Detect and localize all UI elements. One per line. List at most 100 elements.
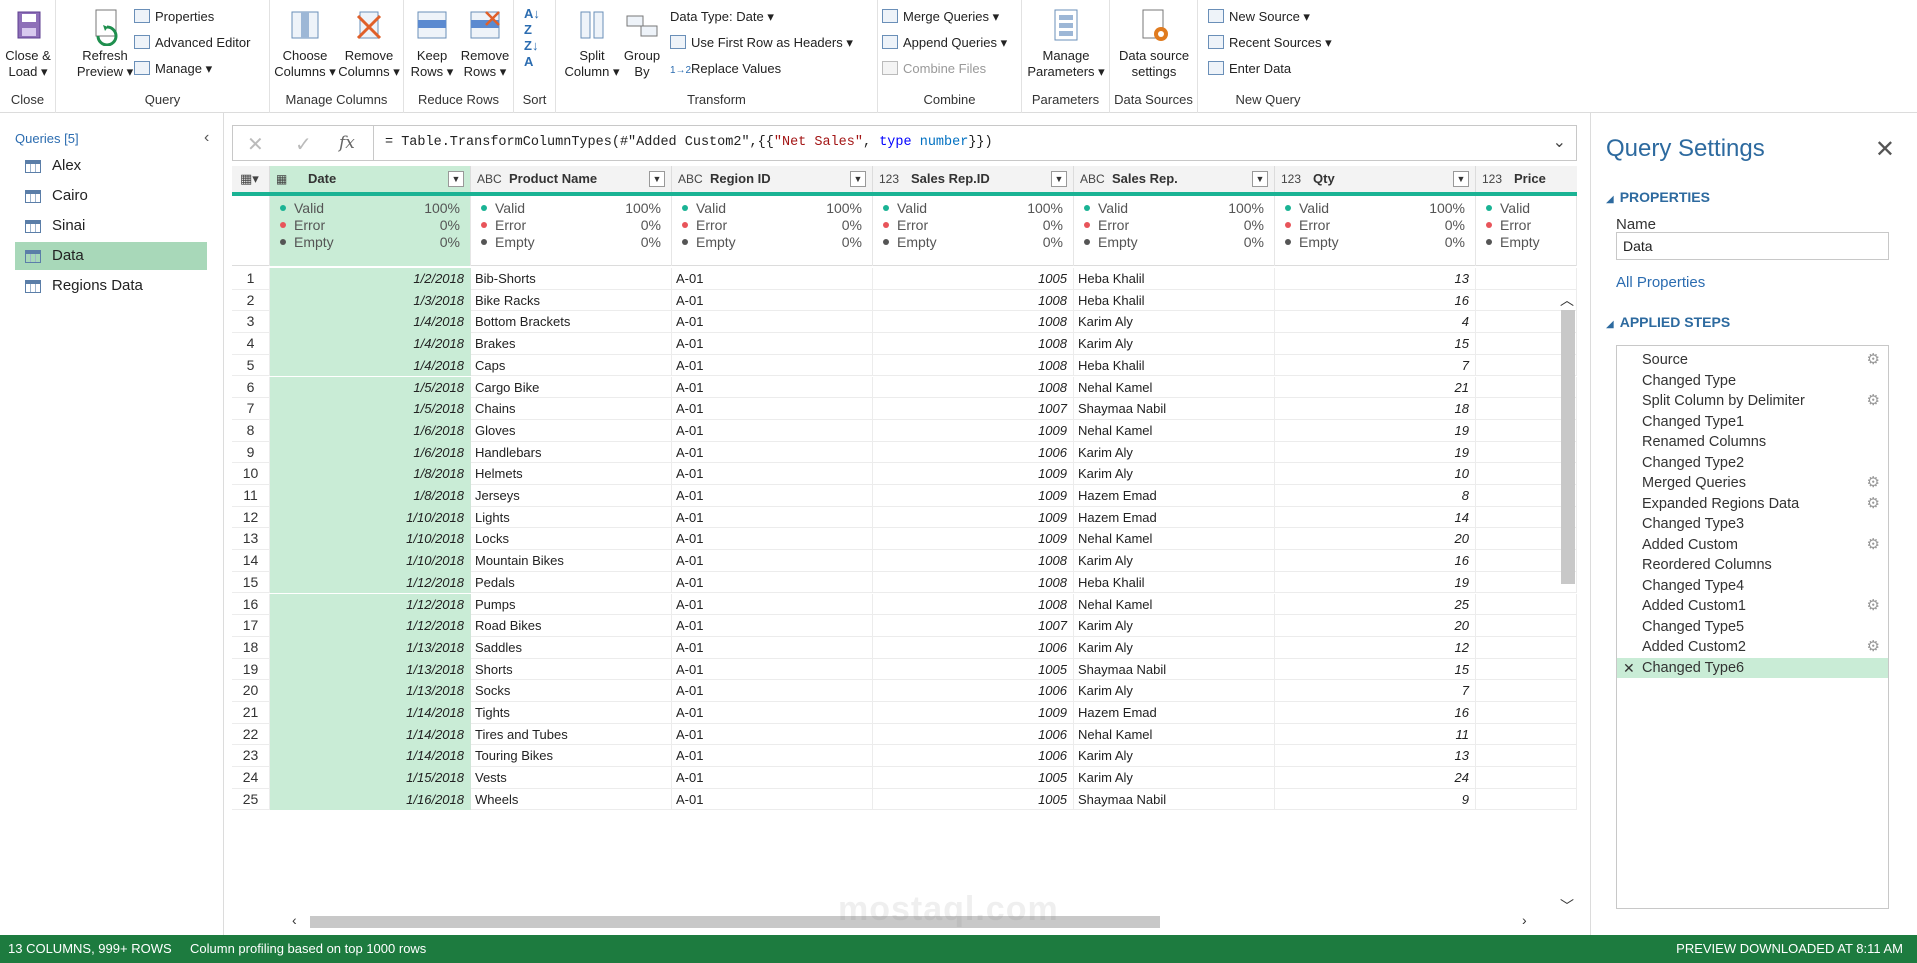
- cell-date[interactable]: 1/4/2018: [270, 354, 471, 377]
- cell-date[interactable]: 1/12/2018: [270, 615, 471, 637]
- cell-qty[interactable]: 15: [1275, 333, 1476, 355]
- cell-region-id[interactable]: A-01: [672, 702, 873, 724]
- column-header-qty[interactable]: 123 Qty ▼: [1275, 166, 1476, 192]
- row-number[interactable]: 18: [232, 636, 270, 659]
- applied-step[interactable]: Source ⚙: [1617, 350, 1888, 371]
- cell-sales-rep-id[interactable]: 1009: [873, 702, 1074, 724]
- cell-region-id[interactable]: A-01: [672, 528, 873, 551]
- cell-region-id[interactable]: A-01: [672, 289, 873, 312]
- row-number[interactable]: 25: [232, 788, 270, 811]
- applied-step[interactable]: Changed Type4: [1617, 576, 1888, 597]
- cell-sales-rep[interactable]: Heba Khalil: [1074, 268, 1275, 290]
- table-row[interactable]: 25 1/16/2018 Wheels A-01 1005 Shaymaa Nabil 9: [232, 788, 1577, 811]
- cell-product-name[interactable]: Road Bikes: [471, 615, 672, 637]
- cell-sales-rep[interactable]: Heba Khalil: [1074, 289, 1275, 312]
- cell-sales-rep-id[interactable]: 1005: [873, 268, 1074, 290]
- cell-sales-rep[interactable]: Nehal Kamel: [1074, 419, 1275, 442]
- cell-qty[interactable]: 16: [1275, 289, 1476, 312]
- expand-formula-icon[interactable]: ⌄: [1553, 132, 1566, 152]
- table-row[interactable]: 7 1/5/2018 Chains A-01 1007 Shaymaa Nabil 18: [232, 398, 1577, 420]
- cell-sales-rep[interactable]: Karim Aly: [1074, 615, 1275, 637]
- filter-dropdown-icon[interactable]: ▼: [1252, 171, 1268, 187]
- applied-steps-section[interactable]: ◢ APPLIED STEPS: [1606, 314, 1730, 330]
- cell-sales-rep-id[interactable]: 1009: [873, 528, 1074, 551]
- split-column-button[interactable]: Split Column ▾: [564, 6, 620, 80]
- cell-sales-rep[interactable]: Nehal Kamel: [1074, 593, 1275, 616]
- scroll-down-icon[interactable]: ﹀: [1560, 896, 1574, 916]
- cell-qty[interactable]: 19: [1275, 571, 1476, 594]
- row-number[interactable]: 5: [232, 354, 270, 377]
- query-item-sinai[interactable]: Sinai: [15, 212, 207, 240]
- cell-qty[interactable]: 18: [1275, 398, 1476, 420]
- query-name-input[interactable]: Data: [1616, 232, 1889, 260]
- table-menu-button[interactable]: ▦▾: [232, 166, 270, 192]
- table-row[interactable]: 18 1/13/2018 Saddles A-01 1006 Karim Aly 12: [232, 636, 1577, 659]
- cell-sales-rep-id[interactable]: 1009: [873, 485, 1074, 507]
- cell-product-name[interactable]: Chains: [471, 398, 672, 420]
- cell-date[interactable]: 1/8/2018: [270, 463, 471, 485]
- row-number[interactable]: 19: [232, 658, 270, 681]
- cell-qty[interactable]: 12: [1275, 636, 1476, 659]
- cell-sales-rep[interactable]: Heba Khalil: [1074, 571, 1275, 594]
- cell-date[interactable]: 1/6/2018: [270, 441, 471, 464]
- cell-qty[interactable]: 19: [1275, 441, 1476, 464]
- cell-region-id[interactable]: A-01: [672, 268, 873, 290]
- cell-product-name[interactable]: Bottom Brackets: [471, 311, 672, 334]
- cell-sales-rep[interactable]: Nehal Kamel: [1074, 528, 1275, 551]
- applied-step[interactable]: Changed Type3: [1617, 514, 1888, 535]
- cell-region-id[interactable]: A-01: [672, 745, 873, 768]
- step-settings-gear-icon[interactable]: ⚙: [1867, 350, 1880, 371]
- cell-sales-rep-id[interactable]: 1009: [873, 506, 1074, 529]
- cell-sales-rep[interactable]: Hazem Emad: [1074, 702, 1275, 724]
- new-source-button[interactable]: New Source ▾: [1208, 7, 1310, 27]
- use-first-row-button[interactable]: Use First Row as Headers ▾: [670, 33, 853, 53]
- status-profiling[interactable]: Column profiling based on top 1000 rows: [190, 935, 426, 963]
- row-number[interactable]: 17: [232, 615, 270, 637]
- table-row[interactable]: 9 1/6/2018 Handlebars A-01 1006 Karim Aly 19: [232, 441, 1577, 464]
- row-number[interactable]: 1: [232, 268, 270, 290]
- column-header-sales-rep[interactable]: ABC Sales Rep. ▼: [1074, 166, 1275, 192]
- applied-step[interactable]: Changed Type2: [1617, 453, 1888, 474]
- cell-sales-rep[interactable]: Heba Khalil: [1074, 354, 1275, 377]
- cell-date[interactable]: 1/8/2018: [270, 485, 471, 507]
- cell-product-name[interactable]: Socks: [471, 680, 672, 702]
- table-row[interactable]: 6 1/5/2018 Cargo Bike A-01 1008 Nehal Kamel 21: [232, 376, 1577, 399]
- cell-qty[interactable]: 20: [1275, 615, 1476, 637]
- cell-date[interactable]: 1/6/2018: [270, 419, 471, 442]
- sort-descending-icon[interactable]: Z↓ A: [524, 38, 538, 70]
- cell-sales-rep-id[interactable]: 1008: [873, 593, 1074, 616]
- cell-qty[interactable]: 16: [1275, 550, 1476, 572]
- cell-qty[interactable]: 15: [1275, 658, 1476, 681]
- cell-product-name[interactable]: Pedals: [471, 571, 672, 594]
- cell-sales-rep[interactable]: Hazem Emad: [1074, 485, 1275, 507]
- remove-rows-button[interactable]: Remove Rows ▾: [458, 6, 512, 80]
- cell-date[interactable]: 1/2/2018: [270, 268, 471, 290]
- applied-step[interactable]: Changed Type1: [1617, 412, 1888, 433]
- row-number[interactable]: 21: [232, 702, 270, 724]
- scroll-right-icon[interactable]: ›: [1522, 912, 1527, 928]
- manage-parameters-button[interactable]: Manage Parameters ▾: [1024, 6, 1108, 80]
- table-row[interactable]: 11 1/8/2018 Jerseys A-01 1009 Hazem Emad 8: [232, 485, 1577, 507]
- cell-sales-rep-id[interactable]: 1005: [873, 788, 1074, 811]
- cell-product-name[interactable]: Jerseys: [471, 485, 672, 507]
- date-type-icon[interactable]: ▦: [276, 166, 287, 192]
- row-number[interactable]: 15: [232, 571, 270, 594]
- cell-sales-rep-id[interactable]: 1005: [873, 767, 1074, 789]
- table-row[interactable]: 12 1/10/2018 Lights A-01 1009 Hazem Emad 14: [232, 506, 1577, 529]
- cell-qty[interactable]: 10: [1275, 463, 1476, 485]
- row-number[interactable]: 12: [232, 506, 270, 529]
- cell-region-id[interactable]: A-01: [672, 441, 873, 464]
- cell-sales-rep-id[interactable]: 1008: [873, 289, 1074, 312]
- applied-step[interactable]: Renamed Columns: [1617, 432, 1888, 453]
- function-icon[interactable]: fx: [339, 133, 355, 153]
- applied-step[interactable]: Added Custom2 ⚙: [1617, 637, 1888, 658]
- cell-product-name[interactable]: Saddles: [471, 636, 672, 659]
- table-row[interactable]: 19 1/13/2018 Shorts A-01 1005 Shaymaa Nabil 15: [232, 658, 1577, 681]
- remove-columns-button[interactable]: Remove Columns ▾: [336, 6, 402, 80]
- cell-qty[interactable]: 11: [1275, 723, 1476, 746]
- replace-values-button[interactable]: 1→2Replace Values: [670, 59, 781, 79]
- cell-product-name[interactable]: Touring Bikes: [471, 745, 672, 768]
- applied-step[interactable]: Reordered Columns: [1617, 555, 1888, 576]
- cell-sales-rep[interactable]: Shaymaa Nabil: [1074, 658, 1275, 681]
- cell-qty[interactable]: 24: [1275, 767, 1476, 789]
